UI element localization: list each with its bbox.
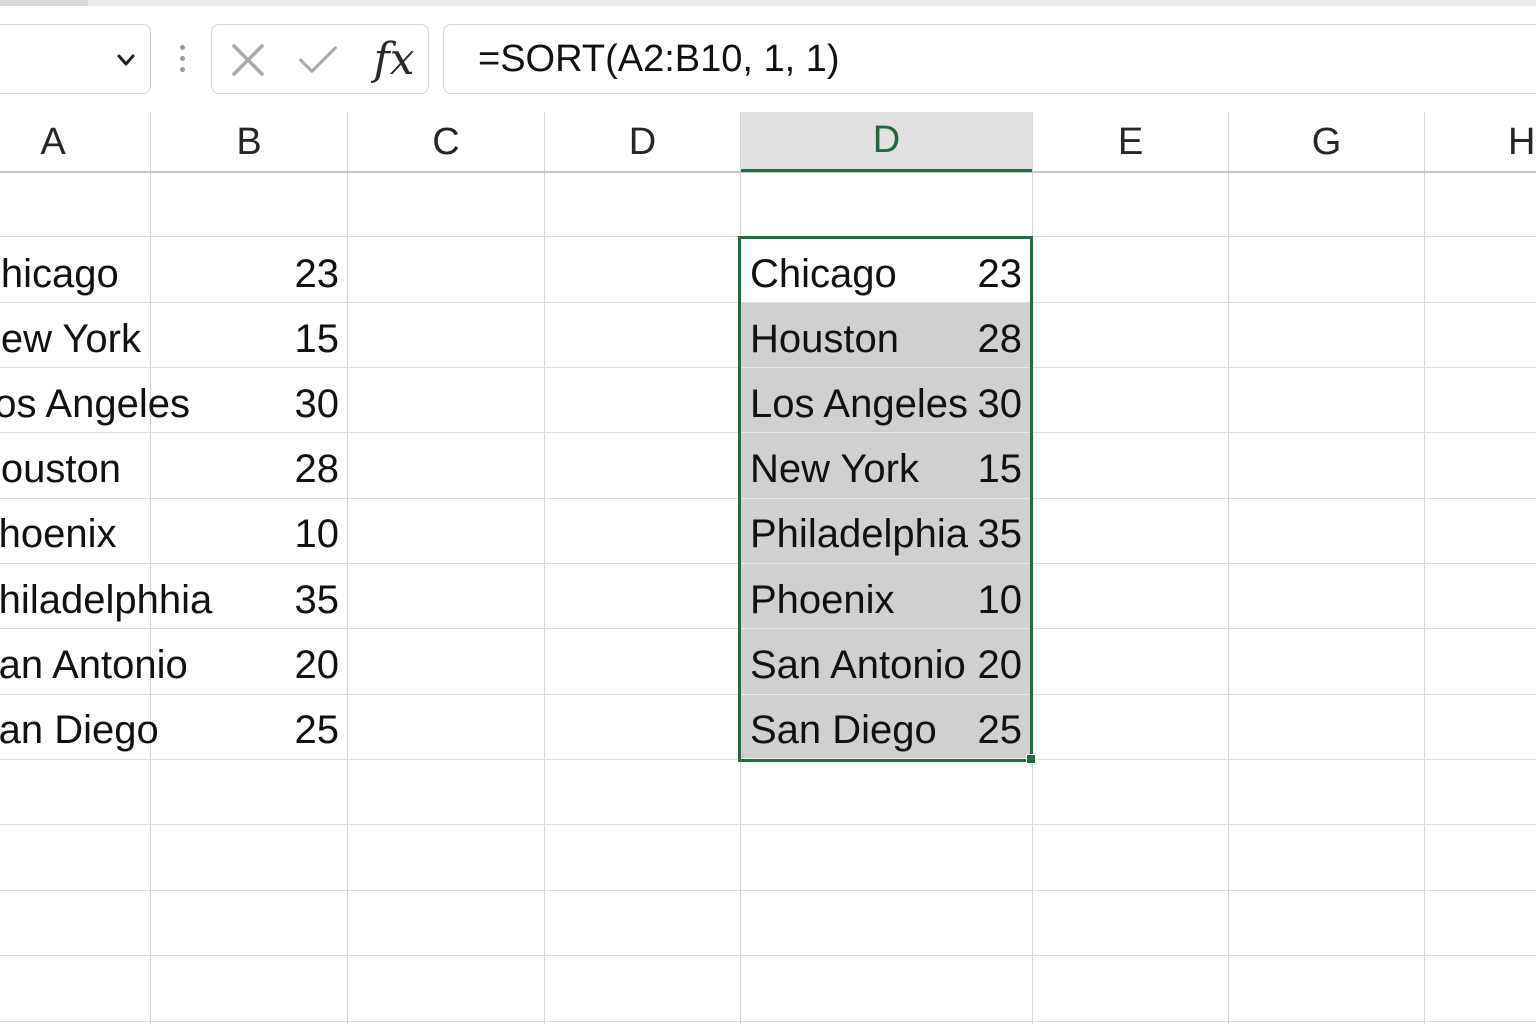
source-value-cell[interactable]: 20	[200, 633, 340, 697]
formula-buttons: fx	[211, 24, 429, 94]
column-header-d-selected[interactable]: D	[741, 112, 1032, 172]
source-city-cell[interactable]: New York	[0, 307, 141, 371]
enter-button[interactable]	[298, 40, 338, 80]
source-value-cell[interactable]: 23	[200, 242, 340, 306]
source-value-cell[interactable]: 10	[200, 502, 340, 566]
source-city-cell[interactable]: San Diego	[0, 698, 159, 762]
formula-bar: fx =SORT(A2:B10, 1, 1)	[0, 6, 1536, 110]
row-divider	[0, 890, 1536, 891]
source-city-cell[interactable]: Los Angeles	[0, 372, 190, 436]
column-header-g[interactable]: G	[1229, 112, 1424, 172]
spill-range-selection	[738, 236, 1033, 762]
formula-text: =SORT(A2:B10, 1, 1)	[478, 38, 840, 80]
col-divider	[1424, 112, 1425, 1024]
column-header-d[interactable]: D	[545, 112, 740, 172]
source-city-cell[interactable]: Philadelphhia	[0, 568, 212, 632]
column-header-e[interactable]: E	[1033, 112, 1228, 172]
row-divider	[0, 824, 1536, 825]
col-divider	[544, 112, 545, 1024]
fill-handle[interactable]	[1026, 754, 1036, 764]
formula-bar-resize-grip[interactable]	[180, 45, 186, 75]
column-header-a[interactable]: A	[0, 112, 106, 172]
row-divider	[0, 955, 1536, 956]
col-divider	[347, 112, 348, 1024]
source-value-cell[interactable]: 25	[200, 698, 340, 762]
cancel-button[interactable]	[228, 40, 268, 80]
source-value-cell[interactable]: 15	[200, 307, 340, 371]
fx-label: fx	[373, 34, 415, 85]
column-header-c[interactable]: C	[348, 112, 544, 172]
source-city-cell[interactable]: Phoenix	[0, 502, 117, 566]
source-city-cell[interactable]: Chicago	[0, 242, 119, 306]
name-box[interactable]	[0, 24, 151, 94]
formula-input[interactable]: =SORT(A2:B10, 1, 1)	[443, 24, 1536, 94]
insert-function-button[interactable]: fx	[366, 34, 422, 85]
x-icon	[232, 44, 264, 76]
column-header-b[interactable]: B	[151, 112, 347, 172]
col-divider	[1228, 112, 1229, 1024]
source-value-cell[interactable]: 28	[200, 437, 340, 501]
source-value-cell[interactable]: 35	[200, 568, 340, 632]
column-header-h[interactable]: H	[1508, 112, 1536, 172]
source-value-cell[interactable]: 30	[200, 372, 340, 436]
row-divider	[0, 1021, 1536, 1022]
source-city-cell[interactable]: Houston	[0, 437, 121, 501]
check-icon	[299, 46, 337, 73]
chevron-down-icon[interactable]	[116, 50, 136, 70]
source-city-cell[interactable]: San Antonio	[0, 633, 188, 697]
worksheet-grid[interactable]: A B C D D E G H Chicago 23 New York 15 L…	[0, 112, 1536, 1024]
